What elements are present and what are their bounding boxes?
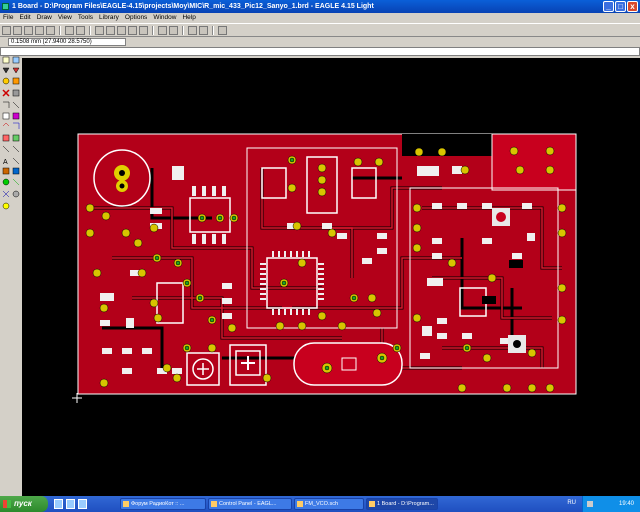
menu-window[interactable]: Window — [153, 13, 176, 23]
schematic-icon — [297, 501, 303, 507]
minimize-button[interactable]: _ — [603, 1, 614, 12]
go-icon[interactable] — [199, 25, 208, 35]
windows-flag-icon — [3, 500, 11, 508]
redraw-icon[interactable] — [128, 25, 137, 35]
browser-icon — [123, 501, 129, 507]
windows-taskbar: пуск Форум РадиоКот :: ... Control Panel… — [0, 496, 640, 512]
menu-library[interactable]: Library — [99, 13, 119, 23]
stop-icon[interactable] — [188, 25, 197, 35]
quicklaunch-browser-icon[interactable] — [66, 499, 75, 509]
task-forum[interactable]: Форум РадиоКот :: ... — [120, 498, 206, 510]
task-label: FM_VCO.sch — [305, 501, 339, 507]
toolbar-separator — [59, 25, 61, 35]
crystal-outline — [293, 342, 403, 386]
menu-edit[interactable]: Edit — [19, 13, 30, 23]
menu-tools[interactable]: Tools — [78, 13, 93, 23]
undo-icon[interactable] — [158, 25, 167, 35]
menu-file[interactable]: File — [3, 13, 13, 23]
script-icon[interactable] — [65, 25, 74, 35]
window-title: 1 Board - D:\Program Files\EAGLE-4.15\pr… — [12, 3, 374, 10]
open-icon[interactable] — [2, 25, 11, 35]
command-toolbar: A — [0, 56, 22, 496]
board-icon — [369, 501, 375, 507]
speaker-icon[interactable] — [587, 501, 593, 507]
menu-bar: File Edit Draw View Tools Library Option… — [0, 13, 640, 23]
zoom-in-icon[interactable] — [106, 25, 115, 35]
zoom-fit-icon[interactable] — [95, 25, 104, 35]
quicklaunch-explorer-icon[interactable] — [78, 499, 87, 509]
board-canvas[interactable] — [22, 58, 640, 496]
system-tray: 19:40 — [582, 496, 640, 512]
zoom-select-icon[interactable] — [139, 25, 148, 35]
close-button[interactable]: x — [627, 1, 638, 12]
command-tool-icons[interactable]: A — [0, 56, 22, 276]
help-icon[interactable] — [218, 25, 227, 35]
pcb-layout[interactable] — [22, 58, 640, 496]
toolbar-separator — [182, 25, 184, 35]
connector-area — [491, 133, 577, 191]
svg-text:A: A — [3, 159, 8, 166]
task-label: 1 Board - D:\Program... — [377, 501, 434, 507]
save-icon[interactable] — [13, 25, 22, 35]
toolbar-separator — [152, 25, 154, 35]
start-label: пуск — [14, 499, 32, 508]
eagle-icon — [211, 501, 217, 507]
schematic-icon[interactable] — [46, 25, 55, 35]
task-label: Форум РадиоКот :: ... — [131, 501, 185, 507]
print-icon[interactable] — [24, 25, 33, 35]
main-toolbar — [0, 23, 640, 37]
clock[interactable]: 19:40 — [619, 496, 634, 512]
menu-options[interactable]: Options — [125, 13, 147, 23]
run-ulp-icon[interactable] — [76, 25, 85, 35]
command-line-input[interactable] — [0, 47, 640, 56]
task-schematic[interactable]: FM_VCO.sch — [294, 498, 364, 510]
menu-view[interactable]: View — [58, 13, 72, 23]
quicklaunch-desktop-icon[interactable] — [54, 499, 63, 509]
toolbar-separator — [89, 25, 91, 35]
redo-icon[interactable] — [169, 25, 178, 35]
task-label: Control Panel - EAGL... — [219, 501, 277, 507]
menu-draw[interactable]: Draw — [37, 13, 52, 23]
menu-help[interactable]: Help — [182, 13, 195, 23]
task-board[interactable]: 1 Board - D:\Program... — [366, 498, 438, 510]
maximize-button[interactable]: □ — [615, 1, 626, 12]
start-button[interactable]: пуск — [0, 496, 48, 512]
task-control-panel[interactable]: Control Panel - EAGL... — [208, 498, 292, 510]
window-titlebar: 1 Board - D:\Program Files\EAGLE-4.15\pr… — [0, 0, 640, 13]
eagle-app-icon — [2, 3, 9, 10]
coordinate-display: 0.1508 mm (27.9400 28.5750) — [8, 38, 126, 46]
zoom-out-icon[interactable] — [117, 25, 126, 35]
cam-icon[interactable] — [35, 25, 44, 35]
coordinate-bar: 0.1508 mm (27.9400 28.5750) — [0, 37, 640, 47]
toolbar-separator — [212, 25, 214, 35]
language-indicator[interactable]: RU — [567, 500, 576, 506]
